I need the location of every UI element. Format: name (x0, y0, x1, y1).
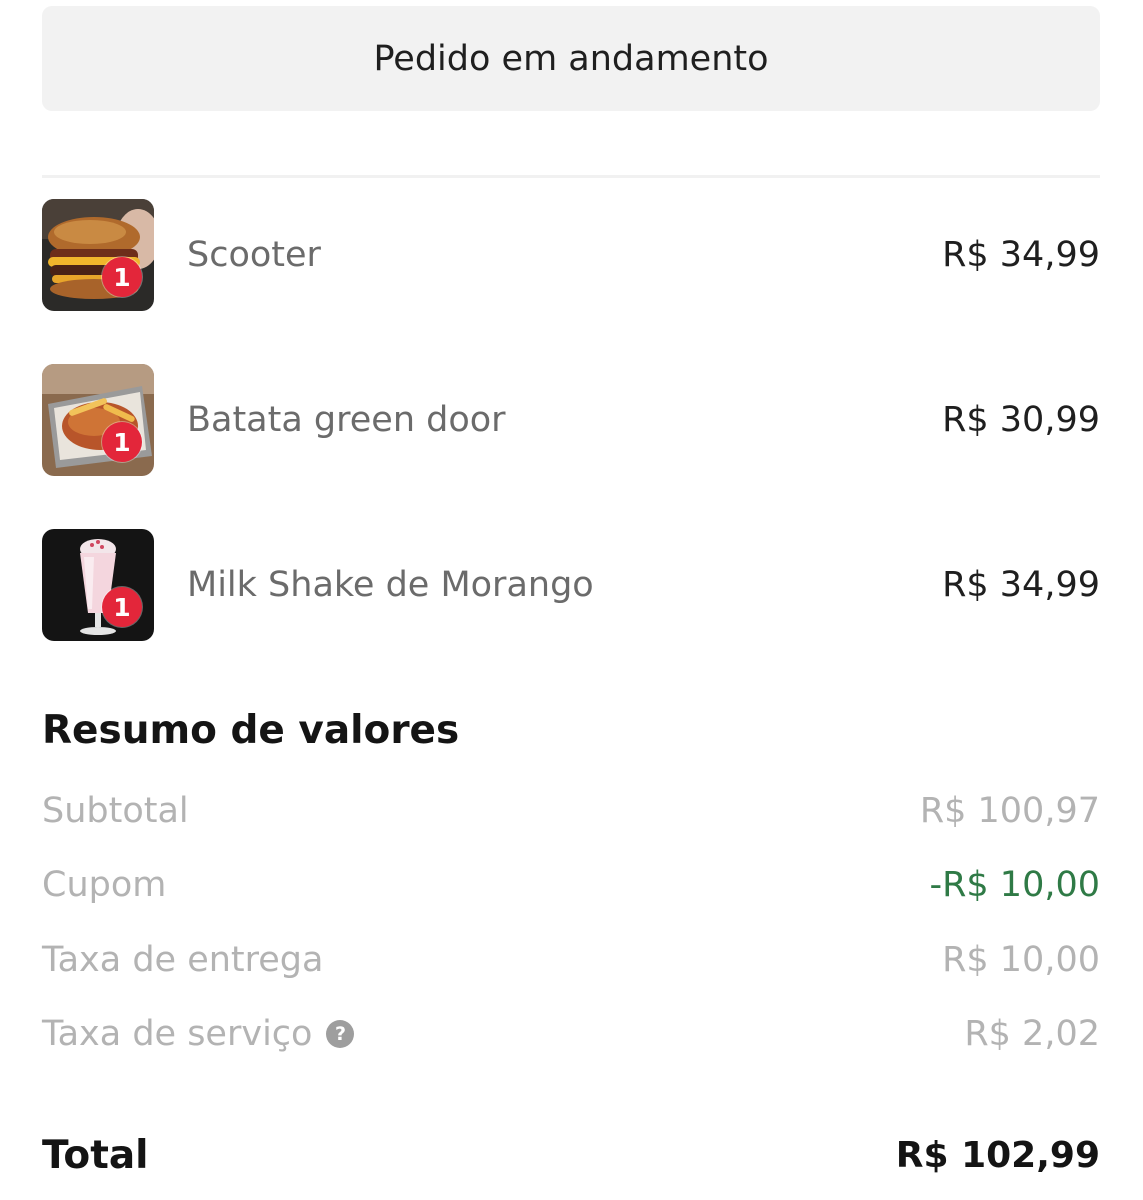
delivery-fee-label: Taxa de entrega (42, 940, 324, 980)
summary-title: Resumo de valores (42, 708, 460, 753)
subtotal-label: Subtotal (42, 791, 189, 831)
help-icon[interactable]: ? (326, 1020, 355, 1048)
order-details-page: Pedido em andamento 1 Scooter R$ 34,99 1… (0, 0, 1143, 1200)
total-value: R$ 102,99 (895, 1135, 1100, 1176)
item-price: R$ 34,99 (942, 235, 1100, 275)
quantity-badge: 1 (102, 257, 142, 297)
order-item[interactable]: 1 Milk Shake de Morango R$ 34,99 (42, 529, 1100, 641)
service-fee-row: Taxa de serviço ? R$ 2,02 (42, 1009, 1100, 1059)
service-fee-value: R$ 2,02 (964, 1014, 1100, 1054)
subtotal-row: Subtotal R$ 100,97 (42, 786, 1100, 836)
quantity-badge: 1 (102, 422, 142, 462)
milkshake-photo-icon: 1 (42, 529, 154, 641)
order-status-label: Pedido em andamento (373, 38, 769, 79)
delivery-fee-value: R$ 10,00 (942, 940, 1100, 980)
coupon-value: -R$ 10,00 (929, 865, 1100, 905)
quantity-badge: 1 (102, 587, 142, 627)
burger-photo-icon: 1 (42, 199, 154, 311)
service-fee-label: Taxa de serviço (42, 1014, 313, 1054)
divider (42, 175, 1100, 178)
order-item[interactable]: 1 Batata green door R$ 30,99 (42, 364, 1100, 476)
order-status-banner[interactable]: Pedido em andamento (42, 6, 1100, 111)
service-fee-label-group: Taxa de serviço ? (42, 1009, 355, 1059)
item-name: Batata green door (187, 400, 506, 440)
item-name: Scooter (187, 235, 321, 275)
fries-photo-icon: 1 (42, 364, 154, 476)
total-label: Total (42, 1133, 149, 1178)
item-price: R$ 30,99 (942, 400, 1100, 440)
delivery-fee-row: Taxa de entrega R$ 10,00 (42, 935, 1100, 985)
item-price: R$ 34,99 (942, 565, 1100, 605)
item-name: Milk Shake de Morango (187, 565, 594, 605)
coupon-label: Cupom (42, 865, 167, 905)
subtotal-value: R$ 100,97 (919, 791, 1100, 831)
coupon-row: Cupom -R$ 10,00 (42, 860, 1100, 910)
order-item[interactable]: 1 Scooter R$ 34,99 (42, 199, 1100, 311)
total-row: Total R$ 102,99 (42, 1128, 1100, 1184)
